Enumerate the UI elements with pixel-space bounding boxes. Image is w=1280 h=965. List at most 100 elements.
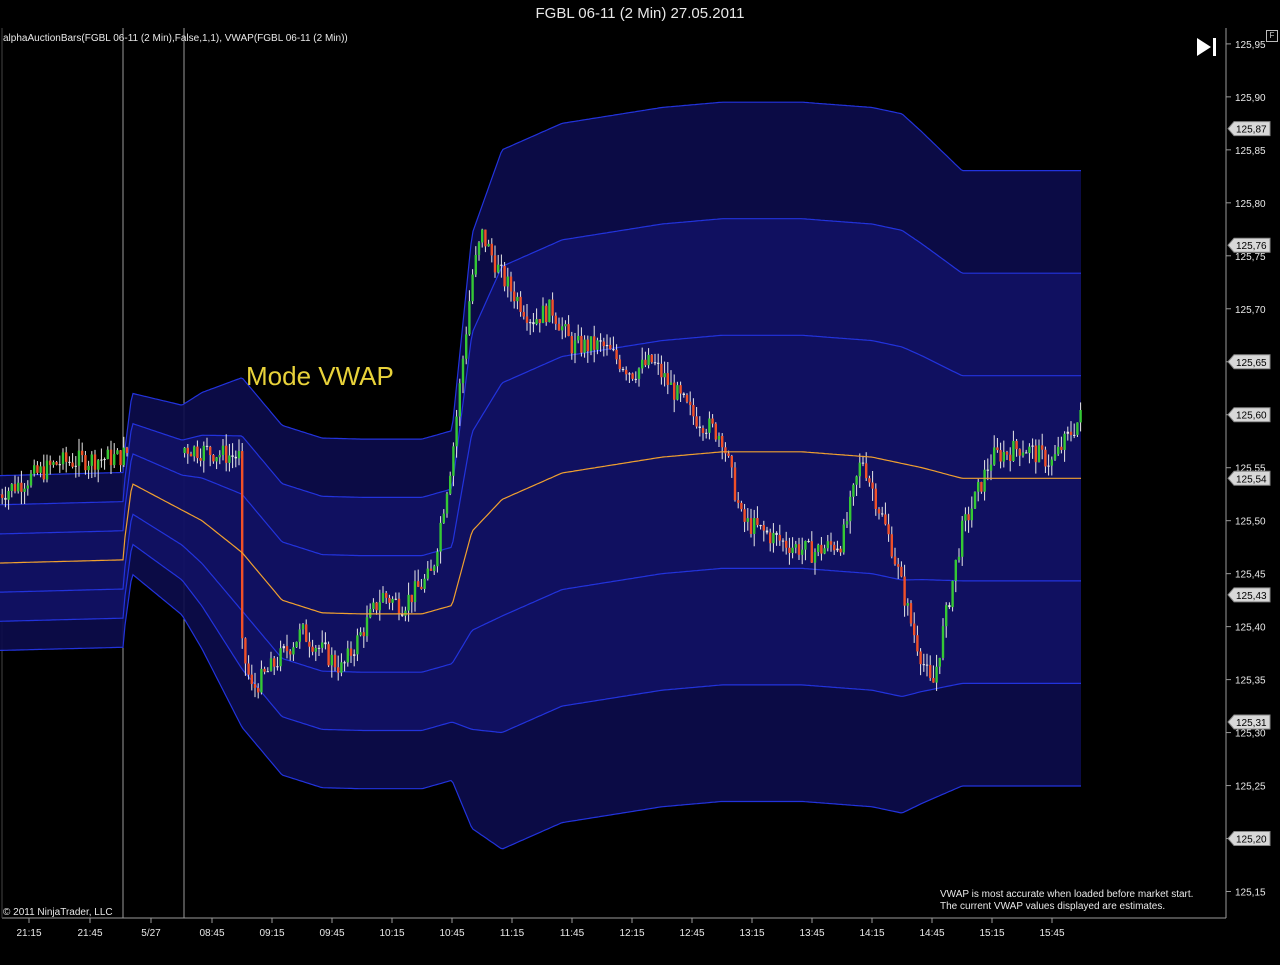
candle-body	[250, 674, 253, 685]
candle-body	[983, 469, 986, 492]
candle-body	[535, 319, 538, 325]
candle-body	[852, 484, 855, 497]
candle-body	[417, 581, 420, 587]
candle-body	[826, 541, 829, 549]
candle-body	[807, 540, 810, 542]
x-tick-label: 08:45	[199, 928, 224, 939]
candle-body	[353, 654, 356, 656]
candle-body	[433, 566, 436, 571]
candle-body	[749, 518, 753, 534]
y-tick-label: 125,75	[1235, 252, 1266, 263]
candle-body	[10, 484, 13, 491]
candle-body	[954, 559, 957, 581]
candle-body	[893, 556, 897, 565]
candle-body	[1050, 459, 1053, 466]
candle-body	[71, 462, 74, 467]
candle-body	[551, 299, 554, 316]
candle-body	[727, 453, 730, 456]
candle-body	[324, 642, 327, 645]
candle-body	[196, 446, 199, 459]
candle-body	[689, 401, 692, 406]
candle-body	[209, 446, 212, 456]
candle-body	[980, 481, 983, 492]
candle-body	[743, 509, 746, 522]
y-tick-label: 125,45	[1235, 570, 1266, 581]
candle-body	[372, 602, 375, 610]
skip-to-end-icon[interactable]	[1194, 36, 1220, 58]
candle-body	[362, 632, 365, 637]
y-tick-label: 125,40	[1235, 623, 1266, 634]
candle-body	[311, 646, 314, 652]
candle-body	[1047, 465, 1050, 467]
candle-body	[564, 324, 567, 327]
candle-body	[884, 514, 887, 525]
y-tick-label: 125,35	[1235, 676, 1266, 687]
candle-body	[340, 662, 343, 673]
price-marker-label: 125,31	[1236, 718, 1267, 729]
candle-body	[1041, 445, 1044, 450]
float-button[interactable]: F	[1266, 30, 1278, 42]
candle-body	[13, 484, 17, 492]
candle-body	[1066, 431, 1069, 434]
candle-body	[228, 455, 231, 463]
candle-body	[794, 544, 797, 548]
candle-body	[237, 451, 241, 459]
candle-body	[925, 664, 929, 666]
candle-body	[289, 651, 292, 655]
candle-body	[29, 473, 33, 486]
candle-body	[762, 525, 765, 531]
candle-body	[77, 450, 81, 466]
candle-body	[778, 534, 781, 541]
price-chart: 125,95 125,90 125,85 125,80 125,75 125,70 125,…	[0, 28, 1271, 939]
candle-body	[945, 605, 948, 627]
candle-body	[7, 490, 10, 500]
candle-body	[820, 544, 823, 554]
candle-body	[541, 305, 545, 323]
candle-body	[865, 463, 868, 479]
candle-body	[1028, 446, 1031, 454]
candle-body	[61, 452, 65, 465]
candle-body	[657, 362, 660, 364]
candle-body	[877, 508, 881, 514]
candle-body	[935, 666, 938, 683]
candle-body	[1053, 454, 1057, 460]
candle-body	[685, 394, 689, 402]
candle-body	[375, 602, 378, 611]
candle-body	[359, 632, 362, 636]
candle-body	[868, 478, 871, 483]
candle-body	[33, 465, 36, 474]
candle-body	[407, 594, 410, 611]
price-marker-label: 125,43	[1236, 591, 1267, 602]
candle-body	[1009, 454, 1012, 462]
candle-body	[708, 418, 711, 433]
y-tick-label: 125,95	[1235, 40, 1266, 51]
candle-body	[17, 482, 20, 492]
window-title: FGBL 06-11 (2 Min) 27.05.2011	[535, 5, 745, 22]
candle-body	[193, 446, 196, 457]
price-marker-label: 125,60	[1236, 411, 1267, 422]
candle-body	[119, 450, 122, 466]
copyright-label: © 2011 NinjaTrader, LLC	[3, 907, 113, 918]
candle-body	[349, 648, 353, 656]
candle-body	[570, 336, 573, 354]
x-tick-label: 12:45	[679, 928, 704, 939]
candle-body	[356, 635, 359, 655]
candle-body	[909, 603, 913, 624]
candle-body	[695, 416, 698, 427]
candle-body	[20, 482, 23, 492]
x-tick-label: 13:45	[799, 928, 824, 939]
candle-body	[481, 229, 484, 243]
candle-body	[84, 455, 87, 471]
candle-body	[817, 544, 820, 553]
candle-body	[765, 530, 769, 533]
candle-body	[103, 459, 106, 461]
candle-body	[849, 496, 852, 522]
candle-body	[839, 548, 842, 553]
candle-body	[391, 598, 394, 603]
candle-body	[676, 385, 679, 400]
candle-body	[58, 464, 61, 466]
candle-body	[484, 229, 487, 247]
candle-body	[772, 532, 775, 544]
candle-body	[836, 548, 839, 551]
candle-body	[663, 373, 666, 378]
